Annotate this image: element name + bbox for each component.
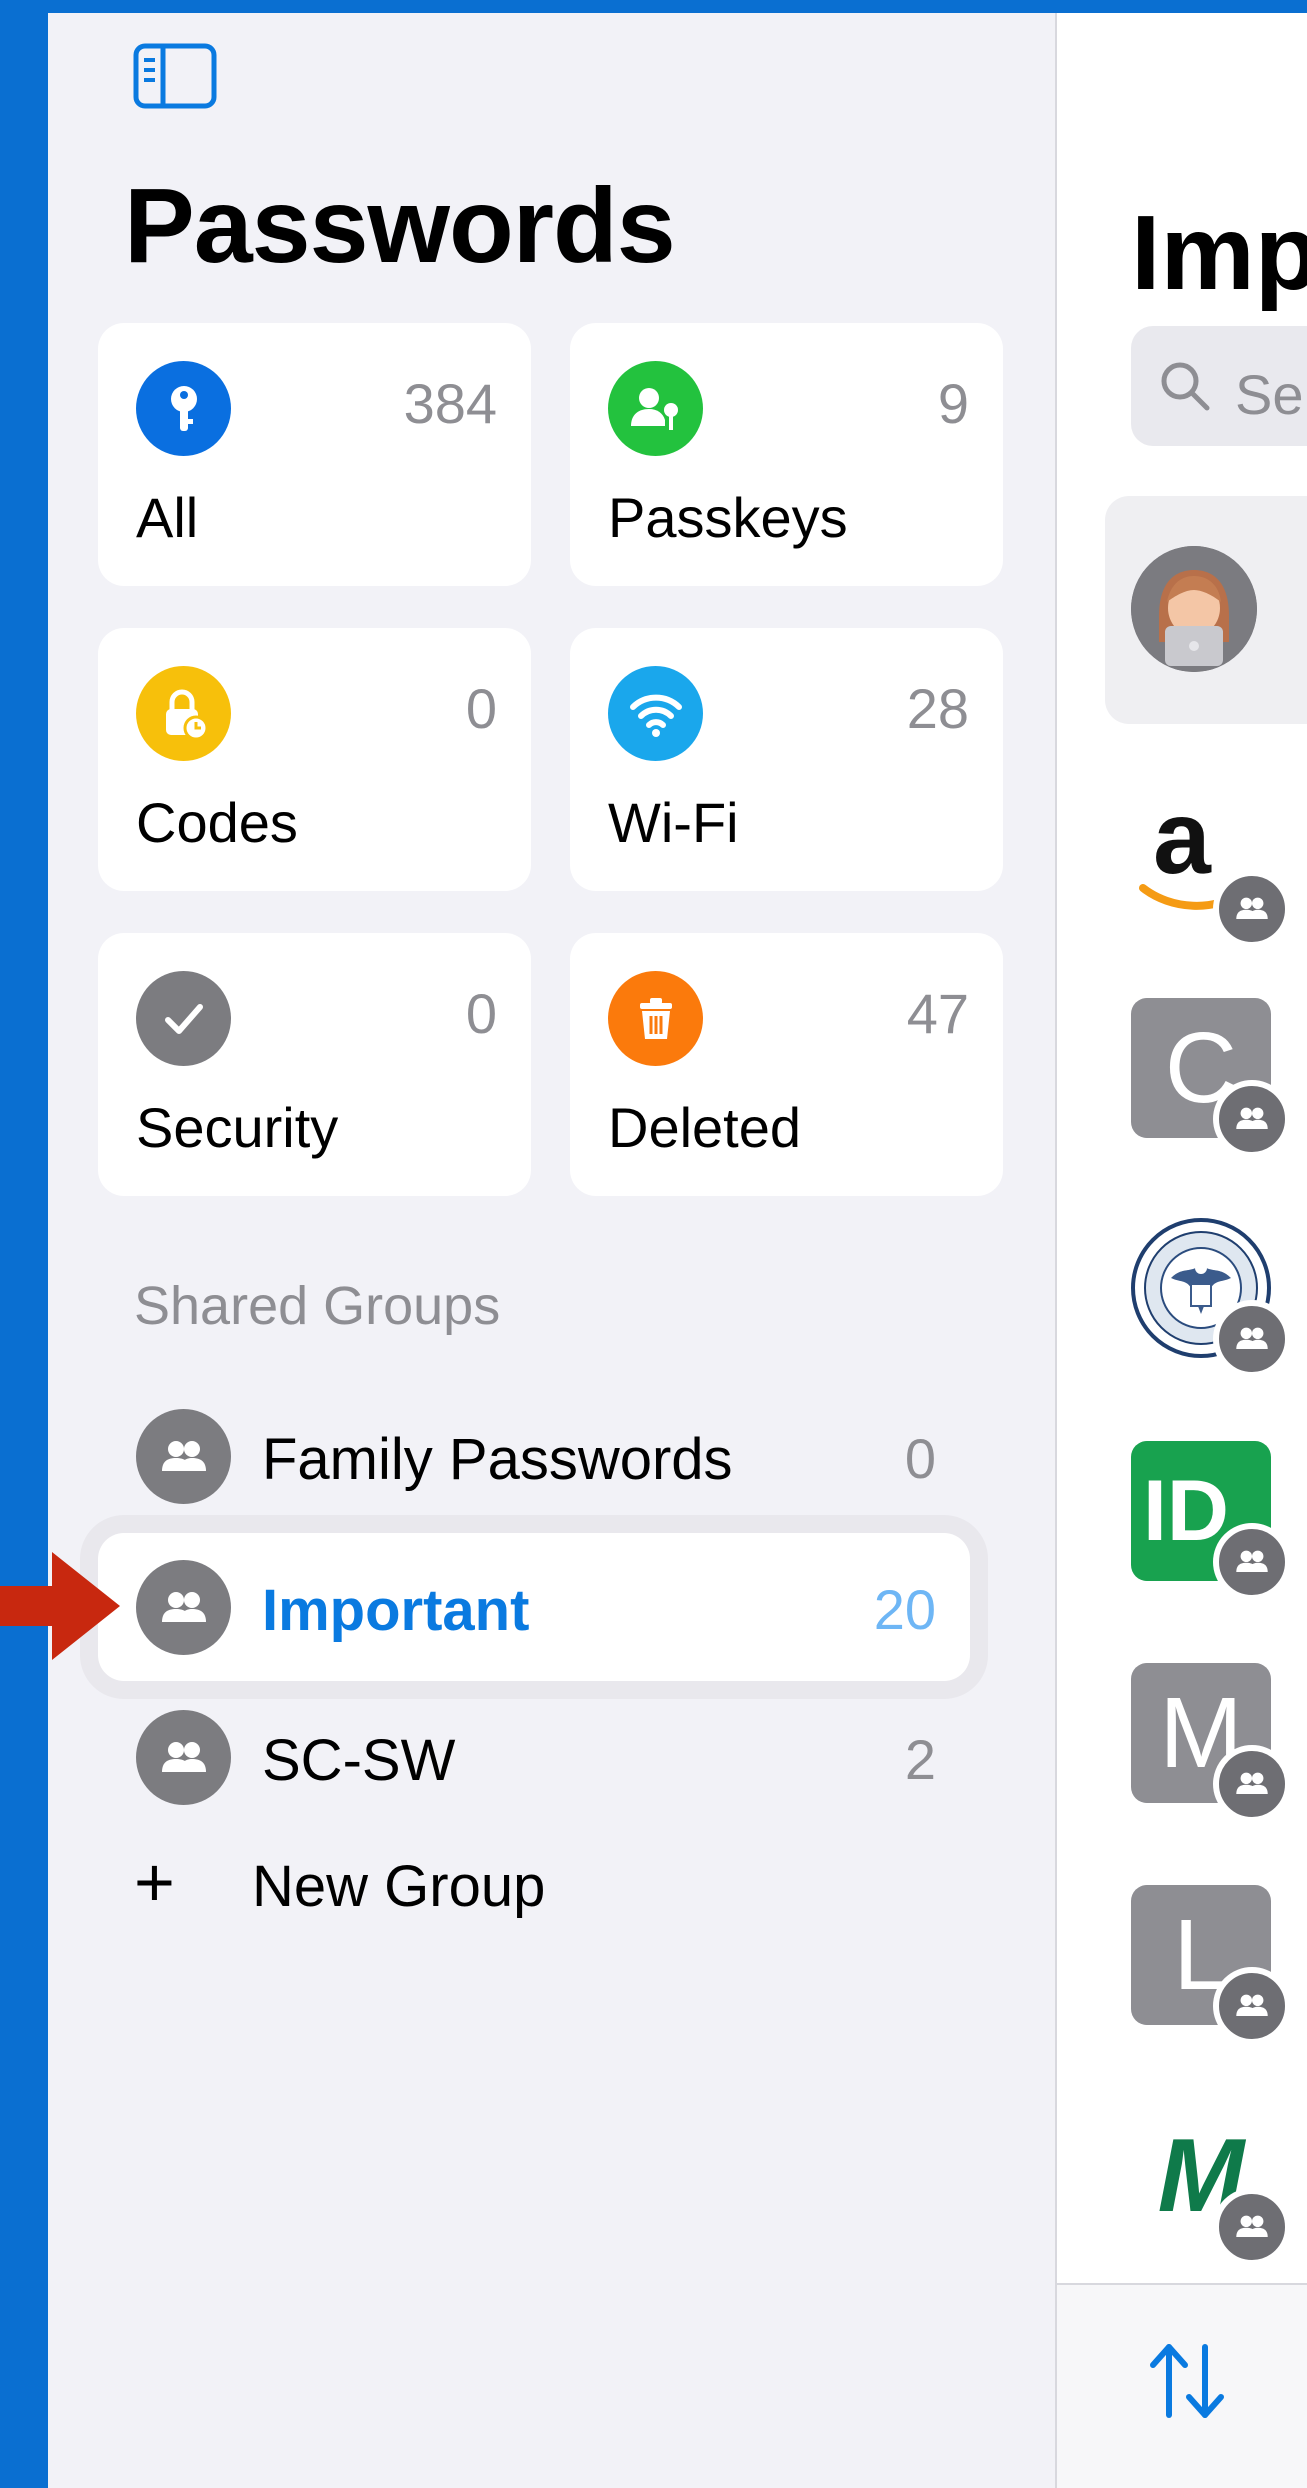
category-label: Wi-Fi	[608, 791, 739, 854]
category-count: 47	[906, 982, 969, 1045]
checkmark-icon	[136, 971, 231, 1066]
category-card-security[interactable]: 0 Security	[98, 933, 531, 1196]
search-field[interactable]: Se	[1131, 326, 1307, 446]
shared-group-badge-icon	[1213, 1745, 1291, 1823]
person-key-icon	[608, 361, 703, 456]
sort-arrows-icon[interactable]	[1139, 2333, 1235, 2429]
category-count: 0	[465, 982, 497, 1045]
key-icon	[136, 361, 231, 456]
wifi-icon	[608, 666, 703, 761]
group-label: Family Passwords	[262, 1427, 733, 1492]
group-count: 20	[873, 1578, 936, 1641]
annotation-arrow-icon	[0, 1552, 120, 1660]
bottom-toolbar	[1057, 2283, 1307, 2488]
main-pane: Imp Se a C ID M L M	[1057, 13, 1307, 2488]
group-count: 2	[904, 1728, 936, 1791]
page-title: Passwords	[124, 167, 676, 285]
avatar	[1131, 546, 1257, 672]
sidebar-toggle-icon[interactable]	[133, 43, 217, 109]
list-item-c[interactable]: C	[1131, 998, 1291, 1158]
category-label: Codes	[136, 791, 298, 854]
shared-groups-header: Shared Groups	[134, 1276, 501, 1336]
category-card-codes[interactable]: 0 Codes	[98, 628, 531, 891]
category-count: 384	[403, 372, 497, 435]
category-label: Deleted	[608, 1096, 802, 1159]
shared-group-badge-icon	[1213, 2188, 1291, 2266]
category-card-all[interactable]: 384 All	[98, 323, 531, 586]
shared-group-badge-icon	[1213, 870, 1291, 948]
group-row-important[interactable]: Important 20	[98, 1533, 970, 1681]
list-item-amazon[interactable]: a	[1131, 788, 1291, 948]
main-title: Imp	[1131, 194, 1307, 312]
group-people-icon	[136, 1560, 231, 1655]
search-icon	[1161, 362, 1210, 411]
group-people-icon	[136, 1409, 231, 1504]
category-label: Passkeys	[608, 486, 848, 549]
group-count: 0	[904, 1427, 936, 1490]
category-count: 0	[465, 677, 497, 740]
new-group-label: New Group	[252, 1854, 546, 1919]
category-card-wifi[interactable]: 28 Wi-Fi	[570, 628, 1003, 891]
group-row-family-passwords[interactable]: Family Passwords 0	[98, 1382, 970, 1530]
category-label: Security	[136, 1096, 339, 1159]
category-card-deleted[interactable]: 47 Deleted	[570, 933, 1003, 1196]
search-placeholder: Se	[1235, 363, 1304, 426]
sidebar: Passwords 384 All 9 Passkeys 0 Codes 28 …	[48, 13, 1055, 2488]
group-row-sc-sw[interactable]: SC-SW 2	[98, 1683, 970, 1831]
shared-group-badge-icon	[1213, 1523, 1291, 1601]
category-card-passkeys[interactable]: 9 Passkeys	[570, 323, 1003, 586]
trash-icon	[608, 971, 703, 1066]
group-people-icon	[136, 1710, 231, 1805]
group-label: Important	[262, 1578, 530, 1643]
logo-letter: a	[1153, 788, 1212, 896]
category-count: 9	[937, 372, 969, 435]
group-label: SC-SW	[262, 1728, 456, 1793]
lock-clock-icon	[136, 666, 231, 761]
category-label: All	[136, 486, 199, 549]
plus-icon: +	[134, 1843, 175, 1921]
list-item-homeland-security[interactable]	[1131, 1218, 1291, 1378]
list-item-m[interactable]: M	[1131, 1663, 1291, 1823]
shared-group-badge-icon	[1213, 1080, 1291, 1158]
shared-group-badge-icon	[1213, 1300, 1291, 1378]
list-item-id[interactable]: ID	[1131, 1441, 1291, 1601]
category-count: 28	[906, 677, 969, 740]
list-item-l[interactable]: L	[1131, 1885, 1291, 2045]
list-item-m-green[interactable]: M	[1131, 2106, 1291, 2266]
shared-group-badge-icon	[1213, 1967, 1291, 2045]
app-window: Passwords 384 All 9 Passkeys 0 Codes 28 …	[48, 13, 1307, 2488]
